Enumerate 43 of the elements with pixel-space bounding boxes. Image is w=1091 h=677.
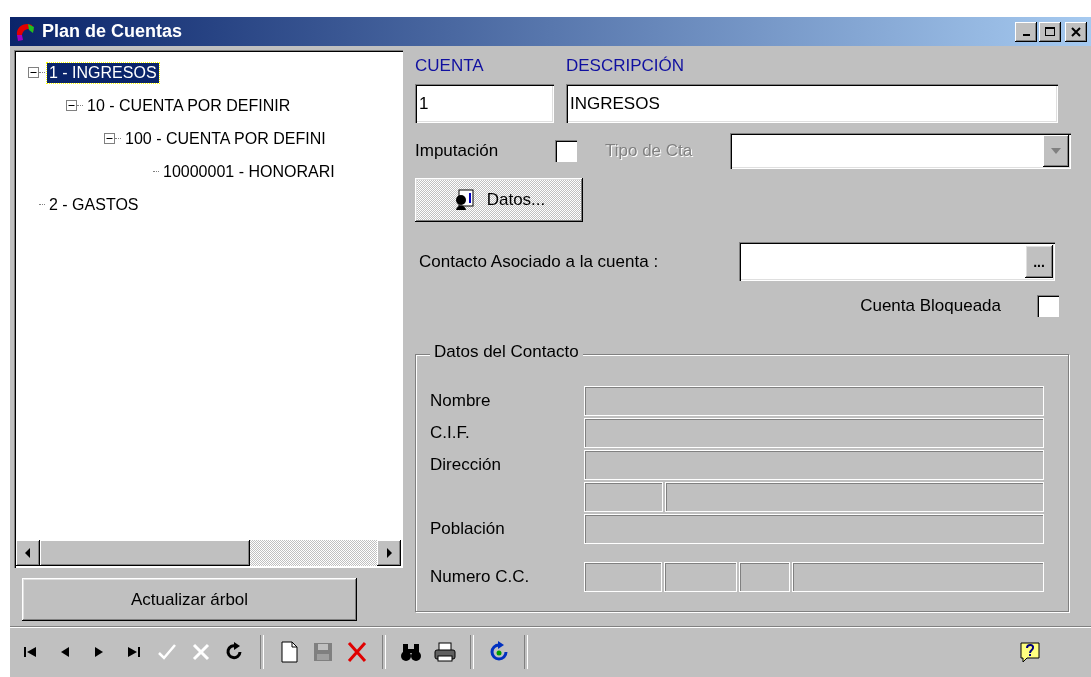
collapse-icon[interactable] xyxy=(28,67,39,78)
collapse-icon[interactable] xyxy=(66,100,77,111)
minimize-button[interactable] xyxy=(1015,21,1037,42)
tree-item[interactable]: 1 - INGRESOS xyxy=(47,62,159,83)
account-field[interactable]: 1 xyxy=(415,84,554,123)
horizontal-scrollbar[interactable] xyxy=(16,540,401,566)
maximize-button[interactable] xyxy=(1039,21,1061,42)
right-arrow-icon[interactable] xyxy=(385,548,393,558)
field-label: Nombre xyxy=(430,391,491,410)
field-label: Cuenta Bloqueada xyxy=(860,296,1001,316)
save-icon xyxy=(311,640,335,664)
field-label: DESCRIPCIÓN xyxy=(566,56,686,77)
minimize-icon xyxy=(1022,34,1030,36)
close-button[interactable] xyxy=(1065,21,1087,42)
field-label: Numero C.C. xyxy=(430,567,530,586)
disabled-field xyxy=(739,562,791,592)
locked-checkbox[interactable] xyxy=(1037,295,1059,317)
field-label: Contacto Asociado a la cuenta : xyxy=(418,251,660,272)
tree-item[interactable]: 10000001 - HONORARI xyxy=(161,161,337,182)
browse-button[interactable]: ... xyxy=(1025,245,1053,278)
refresh-tree-button[interactable]: Actualizar árbol xyxy=(22,578,357,621)
field-label: Dirección xyxy=(430,455,501,474)
printer-icon xyxy=(433,640,457,664)
help-icon xyxy=(1018,640,1042,664)
field-label: CUENTA xyxy=(415,56,485,77)
maximize-icon xyxy=(1044,25,1056,38)
collapse-icon[interactable] xyxy=(104,133,115,144)
window-title: Plan de Cuentas xyxy=(42,21,183,42)
imputation-checkbox[interactable] xyxy=(555,140,577,162)
description-field[interactable]: INGRESOS xyxy=(566,84,1058,123)
field-label: Población xyxy=(430,519,505,538)
close-icon xyxy=(1070,25,1082,38)
field-label: Tipo de Cta xyxy=(605,141,694,161)
contact-field[interactable]: ... xyxy=(739,242,1055,281)
tree-item[interactable]: 10 - CUENTA POR DEFINIR xyxy=(85,95,293,116)
left-arrow-icon[interactable] xyxy=(24,548,32,558)
account-type-dropdown[interactable] xyxy=(730,133,1071,169)
field-label: C.I.F. xyxy=(430,423,470,442)
field-label: Imputación xyxy=(415,141,500,161)
delete-icon xyxy=(345,640,369,664)
tree-item[interactable]: 2 - GASTOS xyxy=(47,194,141,215)
data-button[interactable]: Datos... xyxy=(415,178,583,222)
tree-item[interactable]: 100 - CUENTA POR DEFINI xyxy=(123,128,328,149)
